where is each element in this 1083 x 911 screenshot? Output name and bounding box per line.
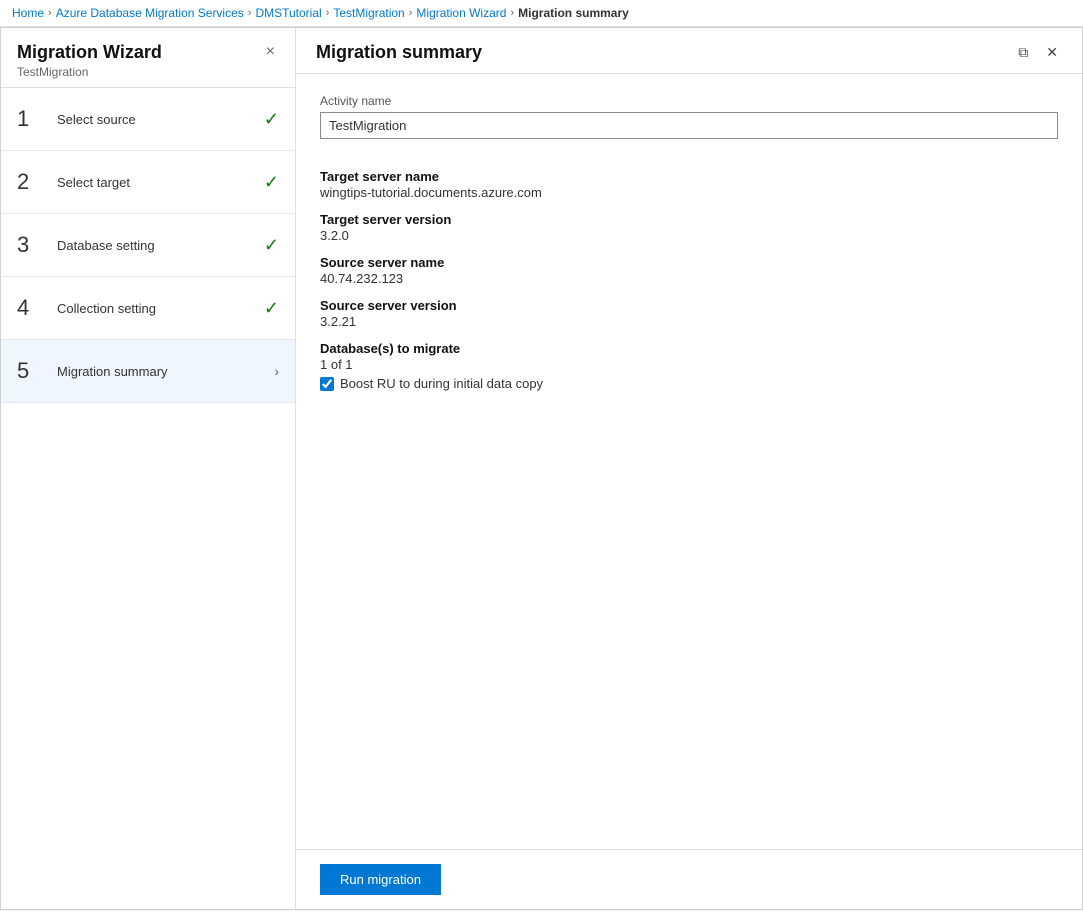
step-3-label: Database setting — [57, 238, 256, 253]
breadcrumb-sep-4: › — [409, 7, 413, 19]
sidebar-subtitle: TestMigration — [17, 65, 162, 79]
step-5-number: 5 — [17, 358, 49, 384]
databases-to-migrate-section: Database(s) to migrate 1 of 1 Boost RU t… — [320, 341, 1058, 391]
source-server-name-label: Source server name — [320, 255, 1058, 270]
sidebar-close-button[interactable]: × — [262, 42, 279, 62]
source-server-version-value: 3.2.21 — [320, 314, 1058, 329]
step-1-check-icon: ✓ — [264, 109, 279, 130]
databases-to-migrate-value: 1 of 1 — [320, 357, 1058, 372]
step-2-check-icon: ✓ — [264, 172, 279, 193]
breadcrumb-sep-3: › — [326, 7, 330, 19]
breadcrumb-home[interactable]: Home — [12, 6, 44, 20]
target-server-name-value: wingtips-tutorial.documents.azure.com — [320, 185, 1058, 200]
breadcrumb-sep-2: › — [248, 7, 252, 19]
step-5-chevron-icon: › — [274, 363, 279, 379]
target-server-version-label: Target server version — [320, 212, 1058, 227]
run-migration-button[interactable]: Run migration — [320, 864, 441, 895]
step-1-label: Select source — [57, 112, 256, 127]
sidebar-title: Migration Wizard — [17, 42, 162, 63]
breadcrumb-sep-5: › — [510, 7, 514, 19]
wizard-step-5[interactable]: 5 Migration summary › — [1, 340, 295, 403]
source-server-name-section: Source server name 40.74.232.123 — [320, 255, 1058, 286]
step-1-number: 1 — [17, 106, 49, 132]
step-3-check-icon: ✓ — [264, 235, 279, 256]
source-server-version-label: Source server version — [320, 298, 1058, 313]
close-button[interactable]: ✕ — [1042, 42, 1062, 63]
source-server-version-section: Source server version 3.2.21 — [320, 298, 1058, 329]
boost-ru-row: Boost RU to during initial data copy — [320, 376, 1058, 391]
boost-ru-label: Boost RU to during initial data copy — [340, 376, 543, 391]
source-server-name-value: 40.74.232.123 — [320, 271, 1058, 286]
breadcrumb-dmstutorial[interactable]: DMSTutorial — [255, 6, 321, 20]
step-2-number: 2 — [17, 169, 49, 195]
content-title: Migration summary — [316, 42, 482, 63]
restore-button[interactable]: ⧉ — [1014, 42, 1032, 63]
step-5-label: Migration summary — [57, 364, 266, 379]
content-body: Activity name Target server name wingtip… — [296, 74, 1082, 849]
activity-name-field: Activity name — [320, 94, 1058, 157]
content-panel: Migration summary ⧉ ✕ Activity name Targ… — [296, 28, 1082, 909]
breadcrumb: Home › Azure Database Migration Services… — [0, 0, 1083, 27]
breadcrumb-adms[interactable]: Azure Database Migration Services — [56, 6, 244, 20]
target-server-name-section: Target server name wingtips-tutorial.doc… — [320, 169, 1058, 200]
databases-to-migrate-label: Database(s) to migrate — [320, 341, 1058, 356]
breadcrumb-migration-wizard[interactable]: Migration Wizard — [416, 6, 506, 20]
boost-ru-checkbox[interactable] — [320, 377, 334, 391]
step-4-label: Collection setting — [57, 301, 256, 316]
activity-name-input[interactable] — [320, 112, 1058, 139]
wizard-step-3[interactable]: 3 Database setting ✓ — [1, 214, 295, 277]
target-server-version-value: 3.2.0 — [320, 228, 1058, 243]
sidebar: Migration Wizard TestMigration × 1 Selec… — [1, 28, 296, 909]
step-2-label: Select target — [57, 175, 256, 190]
target-server-name-label: Target server name — [320, 169, 1058, 184]
main-container: Migration Wizard TestMigration × 1 Selec… — [0, 27, 1083, 910]
activity-name-label: Activity name — [320, 94, 1058, 108]
wizard-steps: 1 Select source ✓ 2 Select target ✓ 3 Da… — [1, 88, 295, 909]
breadcrumb-testmigration[interactable]: TestMigration — [333, 6, 404, 20]
step-3-number: 3 — [17, 232, 49, 258]
wizard-step-4[interactable]: 4 Collection setting ✓ — [1, 277, 295, 340]
sidebar-header: Migration Wizard TestMigration × — [1, 28, 295, 88]
step-4-check-icon: ✓ — [264, 298, 279, 319]
wizard-step-1[interactable]: 1 Select source ✓ — [1, 88, 295, 151]
window-controls: ⧉ ✕ — [1014, 42, 1062, 63]
wizard-step-2[interactable]: 2 Select target ✓ — [1, 151, 295, 214]
breadcrumb-sep-1: › — [48, 7, 52, 19]
target-server-version-section: Target server version 3.2.0 — [320, 212, 1058, 243]
content-header: Migration summary ⧉ ✕ — [296, 28, 1082, 74]
content-footer: Run migration — [296, 849, 1082, 909]
step-4-number: 4 — [17, 295, 49, 321]
sidebar-title-group: Migration Wizard TestMigration — [17, 42, 162, 79]
breadcrumb-current: Migration summary — [518, 6, 629, 20]
